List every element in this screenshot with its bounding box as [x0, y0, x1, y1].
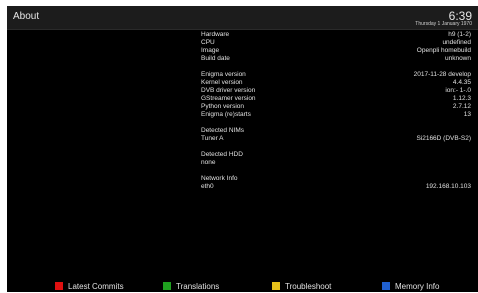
detected-hdd-label: Detected HDD [201, 151, 243, 158]
image-label: Image [201, 47, 220, 54]
green-button-translations[interactable]: Translations [163, 281, 219, 291]
build-date-value: unknown [444, 55, 471, 62]
info-row-tuner-a: Tuner A Si2166D (DVB-S2) [201, 135, 471, 143]
cpu-label: CPU [201, 39, 215, 46]
detected-nims-label: Detected NIMs [201, 127, 244, 134]
info-row-hdd: none [201, 159, 471, 167]
detected-hdd-heading: Detected HDD [201, 151, 471, 159]
yellow-key-icon [272, 282, 280, 290]
info-row-build-date: Build date unknown [201, 55, 471, 63]
cpu-value: undefined [442, 39, 471, 46]
enigma-restarts-label: Enigma (re)starts [201, 111, 251, 118]
red-key-icon [55, 282, 63, 290]
python-label: Python version [201, 103, 244, 110]
red-button-latest-commits[interactable]: Latest Commits [55, 281, 124, 291]
green-key-icon [163, 282, 171, 290]
enigma-restarts-value: 13 [463, 111, 471, 118]
red-button-label: Latest Commits [68, 281, 124, 291]
info-row-eth0: eth0 192.168.10.103 [201, 183, 471, 191]
title-bar: About 6:39 Thursday 1 January 1970 [7, 6, 478, 30]
enigma-version-label: Enigma version [201, 71, 246, 78]
info-row-cpu: CPU undefined [201, 39, 471, 47]
kernel-version-value: 4.4.35 [452, 79, 471, 86]
dvb-driver-value: ion:- 1-.0 [445, 87, 471, 94]
green-button-label: Translations [176, 281, 220, 291]
dvb-driver-label: DVB driver version [201, 87, 256, 94]
image-value: Openpli homebuild [416, 47, 471, 54]
page-title: About [13, 11, 40, 22]
info-row-image: Image Openpli homebuild [201, 47, 471, 55]
hardware-value: h9 (1-2) [448, 31, 471, 38]
info-row-hardware: Hardware h9 (1-2) [201, 31, 471, 39]
network-info-heading: Network Info [201, 175, 471, 183]
python-value: 2.7.12 [452, 103, 471, 110]
kernel-version-label: Kernel version [201, 79, 243, 86]
blue-key-icon [382, 282, 390, 290]
blue-button-memory-info[interactable]: Memory Info [382, 281, 439, 291]
gstreamer-value: 1.12.3 [452, 95, 471, 102]
tuner-a-label: Tuner A [201, 135, 224, 142]
network-info-label: Network Info [201, 175, 238, 182]
color-button-bar: Latest Commits Translations Troubleshoot… [7, 279, 478, 292]
info-row-kernel-version: Kernel version 4.4.35 [201, 79, 471, 87]
gstreamer-label: GStreamer version [201, 95, 256, 102]
info-row-gstreamer: GStreamer version 1.12.3 [201, 95, 471, 103]
yellow-button-troubleshoot[interactable]: Troubleshoot [272, 281, 331, 291]
tuner-a-value: Si2166D (DVB-S2) [416, 135, 471, 142]
about-info-panel: Hardware h9 (1-2) CPU undefined Image Op… [201, 31, 471, 191]
yellow-button-label: Troubleshoot [285, 281, 332, 291]
hardware-label: Hardware [201, 31, 230, 38]
eth0-label: eth0 [201, 183, 214, 190]
info-row-enigma-version: Enigma version 2017-11-28 develop [201, 71, 471, 79]
enigma-version-value: 2017-11-28 develop [413, 71, 471, 78]
blue-button-label: Memory Info [395, 281, 440, 291]
build-date-label: Build date [201, 55, 230, 62]
tv-screen: About 6:39 Thursday 1 January 1970 Hardw… [7, 6, 478, 292]
info-row-dvb-driver: DVB driver version ion:- 1-.0 [201, 87, 471, 95]
eth0-value: 192.168.10.103 [425, 183, 471, 190]
info-row-enigma-restarts: Enigma (re)starts 13 [201, 111, 471, 119]
info-row-python: Python version 2.7.12 [201, 103, 471, 111]
clock-date: Thursday 1 January 1970 [415, 21, 472, 27]
detected-nims-heading: Detected NIMs [201, 127, 471, 135]
hdd-value: none [201, 159, 216, 166]
